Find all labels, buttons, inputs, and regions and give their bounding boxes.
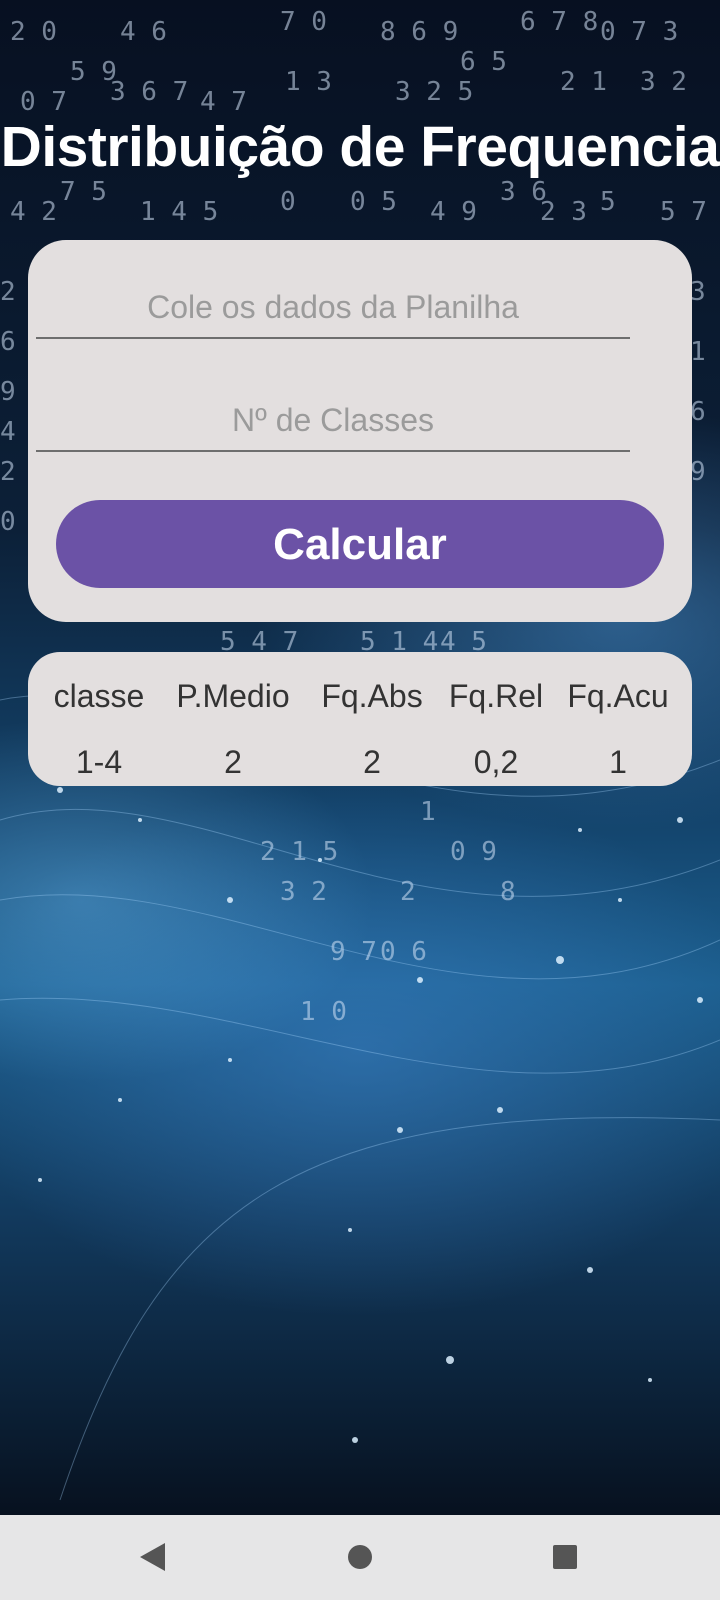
svg-text:4 2: 4 2 [10, 197, 57, 227]
svg-text:7 0: 7 0 [280, 7, 327, 37]
header-fq-acu: Fq.Acu [567, 678, 669, 714]
back-button[interactable] [95, 1515, 215, 1600]
svg-text:0: 0 [0, 507, 16, 537]
recents-button[interactable] [505, 1515, 625, 1600]
svg-text:0 5: 0 5 [350, 187, 397, 217]
home-circle-icon [348, 1545, 372, 1569]
svg-text:4 9: 4 9 [430, 197, 477, 227]
recents-square-icon [553, 1545, 577, 1569]
svg-text:1 3: 1 3 [285, 67, 332, 97]
cell-p-medio: 2 [224, 744, 242, 780]
data-input[interactable] [36, 277, 630, 337]
cell-fq-rel: 0,2 [473, 744, 519, 780]
svg-text:2: 2 [400, 877, 416, 907]
svg-text:1 0: 1 0 [300, 997, 347, 1027]
back-triangle-icon [140, 1543, 165, 1571]
svg-text:3: 3 [690, 277, 706, 307]
svg-text:0 7 3: 0 7 3 [600, 17, 678, 47]
svg-text:6: 6 [0, 327, 16, 357]
svg-text:6 7 8: 6 7 8 [520, 7, 598, 37]
header-classe: classe [53, 678, 145, 714]
svg-text:1: 1 [420, 797, 436, 827]
cell-classe: 1-4 [75, 744, 123, 780]
page-title: Distribuição de Frequencia [0, 115, 720, 179]
svg-text:9: 9 [0, 377, 16, 407]
svg-text:4: 4 [0, 417, 16, 447]
svg-text:0 6: 0 6 [380, 937, 427, 967]
svg-text:3 2: 3 2 [280, 877, 327, 907]
svg-text:5 7: 5 7 [660, 197, 707, 227]
classes-field[interactable] [36, 390, 630, 452]
svg-text:0: 0 [280, 187, 296, 217]
svg-text:8 6 9: 8 6 9 [380, 17, 458, 47]
calculate-button[interactable]: Calcular [56, 500, 664, 588]
system-navigation-bar [0, 1515, 720, 1600]
svg-text:2: 2 [0, 277, 16, 307]
svg-text:9: 9 [690, 457, 706, 487]
header-fq-abs: Fq.Abs [321, 678, 423, 714]
svg-text:6 5: 6 5 [460, 47, 507, 77]
cell-fq-acu: 1 [609, 744, 627, 780]
svg-text:3 2: 3 2 [640, 67, 687, 97]
svg-text:2: 2 [0, 457, 16, 487]
header-fq-rel: Fq.Rel [448, 678, 544, 714]
svg-text:2 1 5: 2 1 5 [260, 837, 338, 867]
svg-text:2 0: 2 0 [10, 17, 57, 47]
svg-text:8: 8 [500, 877, 516, 907]
svg-text:2 1: 2 1 [560, 67, 607, 97]
svg-text:5: 5 [600, 187, 616, 217]
home-button[interactable] [300, 1515, 420, 1600]
header-p-medio: P.Medio [176, 678, 290, 714]
svg-text:0 9: 0 9 [450, 837, 497, 867]
svg-text:3 2 5: 3 2 5 [395, 77, 473, 107]
svg-text:6: 6 [690, 397, 706, 427]
svg-text:4 6: 4 6 [120, 17, 167, 47]
svg-text:1: 1 [690, 337, 706, 367]
svg-text:1 4 5: 1 4 5 [140, 197, 218, 227]
data-field[interactable] [36, 277, 630, 339]
svg-text:3 6 7: 3 6 7 [110, 77, 188, 107]
svg-text:2 3: 2 3 [540, 197, 587, 227]
cell-fq-abs: 2 [363, 744, 381, 780]
classes-input[interactable] [36, 390, 630, 450]
